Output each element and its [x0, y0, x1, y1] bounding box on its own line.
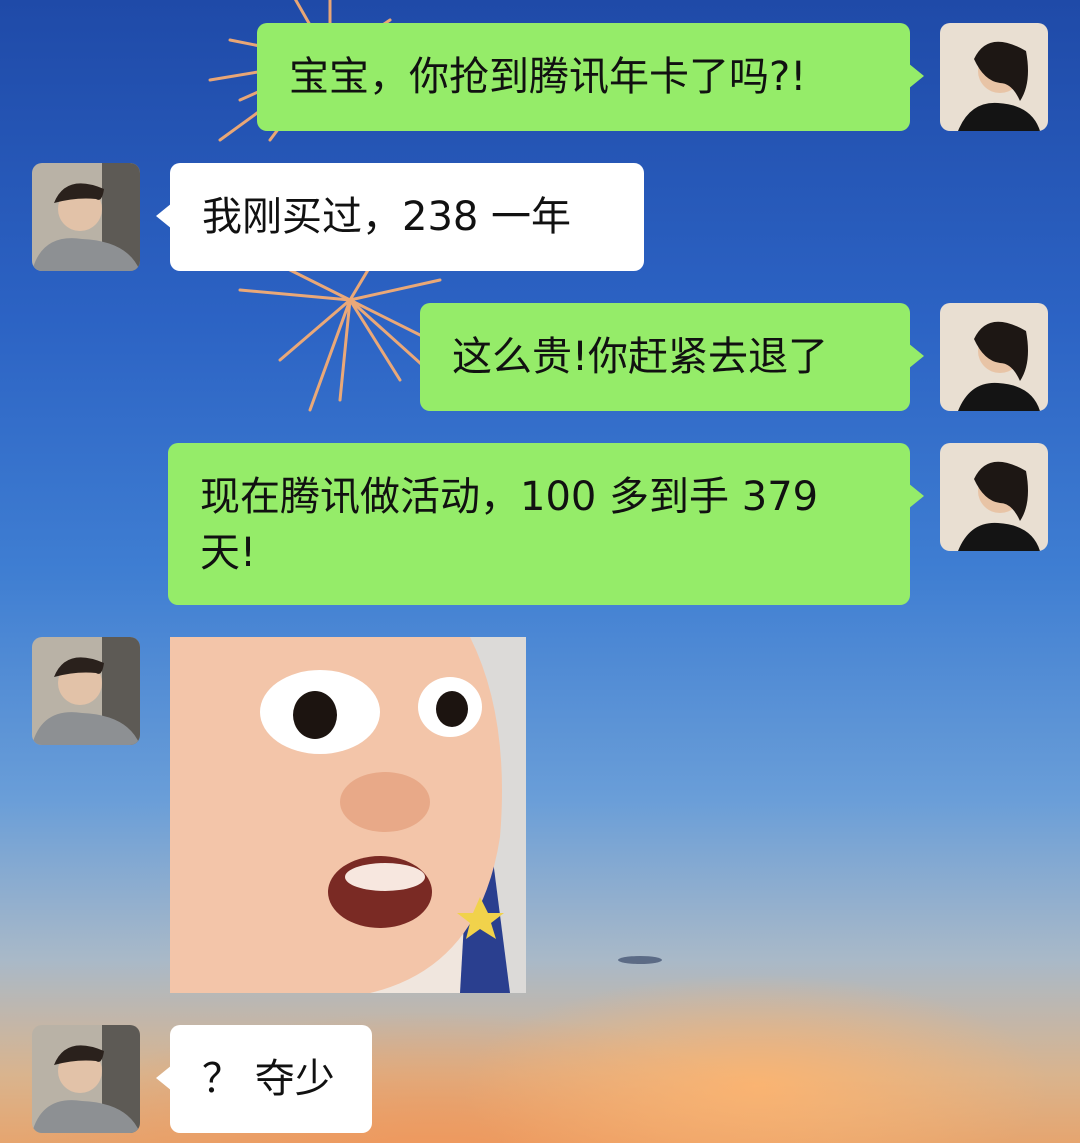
- message-bubble-sent[interactable]: 这么贵!你赶紧去退了: [420, 303, 924, 411]
- message-bubble-sent[interactable]: 宝宝，你抢到腾讯年卡了吗?!: [257, 23, 924, 131]
- boy-avatar[interactable]: [32, 163, 140, 271]
- message-bubble-sent[interactable]: 现在腾讯做活动，100 多到手 379 天!: [168, 443, 924, 605]
- woman-avatar[interactable]: [940, 443, 1048, 551]
- message-text: 我刚买过，238 一年: [202, 194, 572, 240]
- message-text: 现在腾讯做活动，100 多到手 379 天!: [200, 474, 819, 576]
- woman-avatar[interactable]: [940, 23, 1048, 131]
- message-bubble-received[interactable]: ？ 夺少: [156, 1025, 372, 1133]
- message-text: ？ 夺少: [202, 1056, 335, 1102]
- message-text: 宝宝，你抢到腾讯年卡了吗?!: [289, 54, 807, 100]
- message-bubble-received[interactable]: 我刚买过，238 一年: [156, 163, 644, 271]
- woman-avatar[interactable]: [940, 303, 1048, 411]
- chat-window: 宝宝，你抢到腾讯年卡了吗?! 我刚买过，238 一年 这么贵!你赶紧去退了 现在…: [0, 0, 1080, 1143]
- boy-avatar[interactable]: [32, 637, 140, 745]
- message-text: 这么贵!你赶紧去退了: [452, 334, 829, 380]
- boy-avatar[interactable]: [32, 1025, 140, 1133]
- surprised-baby-sticker[interactable]: [170, 637, 526, 993]
